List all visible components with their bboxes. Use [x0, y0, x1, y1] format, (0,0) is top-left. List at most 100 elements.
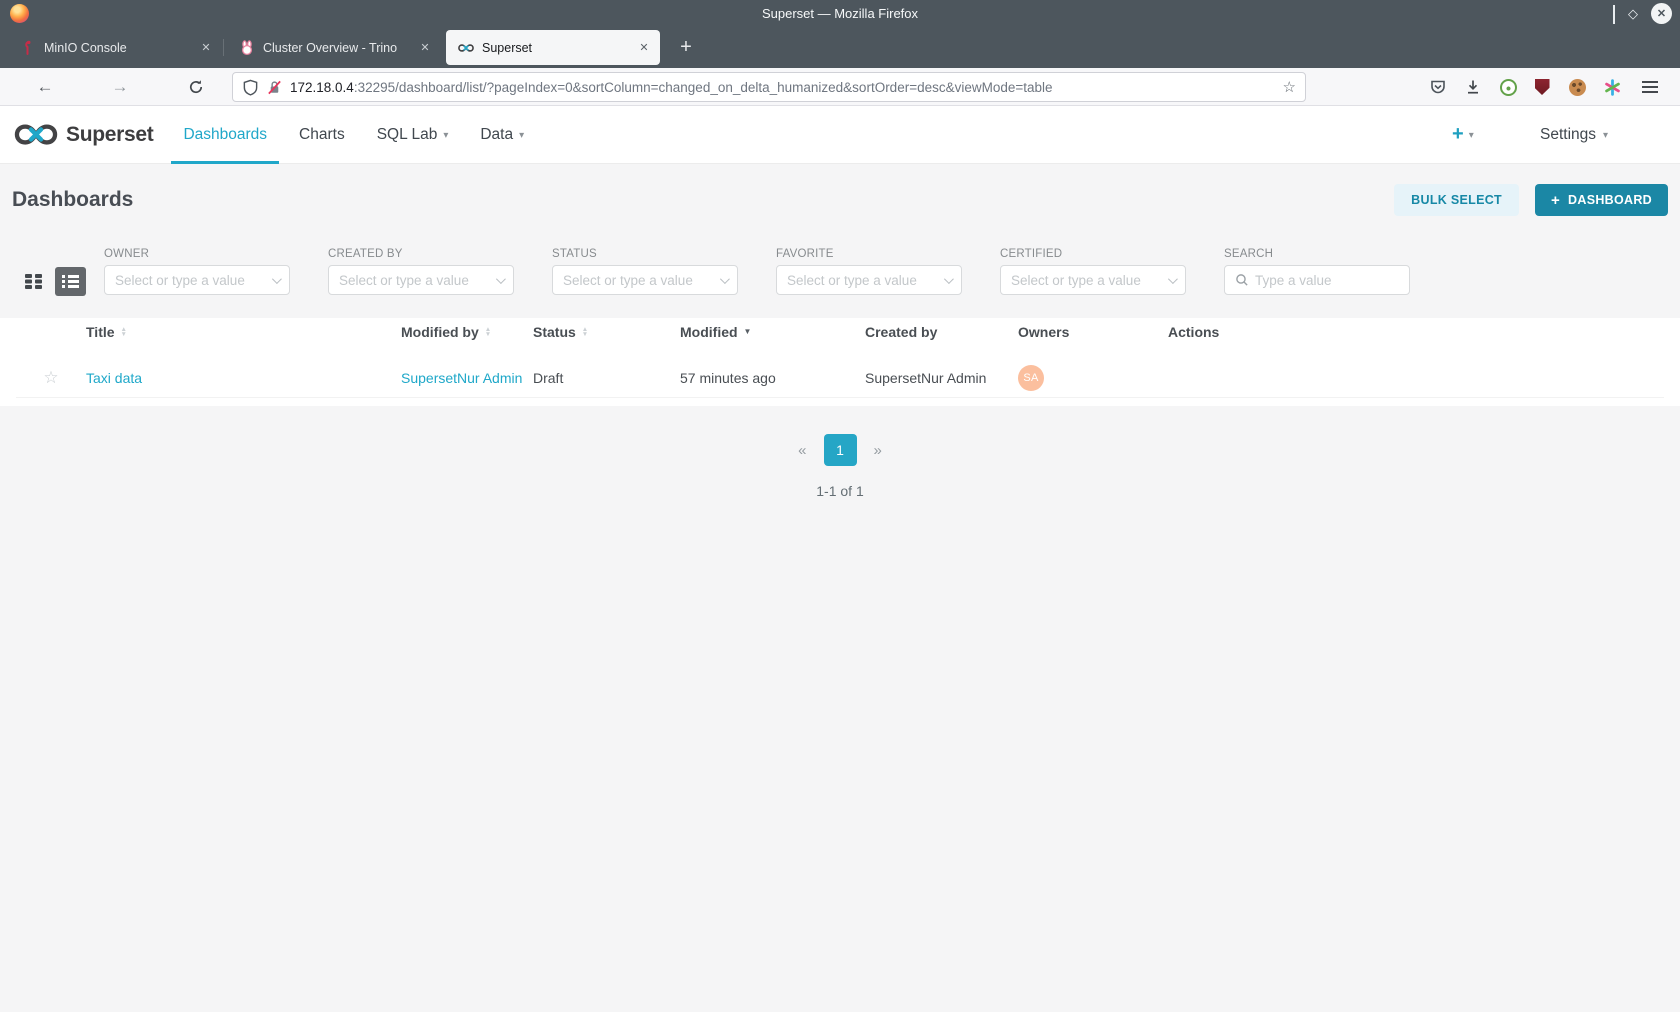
nav-item-dashboards[interactable]: Dashboards: [171, 106, 279, 163]
superset-navbar: Superset Dashboards Charts SQL Lab ▾ Dat…: [0, 106, 1680, 164]
pocket-extension-icon[interactable]: [1426, 75, 1450, 99]
list-view-toggle-button[interactable]: [55, 267, 86, 296]
status-select[interactable]: Select or type a value: [552, 265, 738, 295]
tab-superset[interactable]: Superset ✕: [446, 30, 660, 65]
dashboards-table: Title ▲▼ Modified by ▲▼ Status ▲▼ Modifi…: [0, 318, 1680, 406]
favorite-star-icon[interactable]: ☆: [43, 368, 58, 388]
nav-item-charts[interactable]: Charts: [287, 106, 357, 163]
owner-select[interactable]: Select or type a value: [104, 265, 290, 295]
chevron-down-icon: ▾: [519, 130, 524, 141]
column-header-owners: Owners: [1018, 324, 1168, 340]
url-input[interactable]: 172.18.0.4:32295/dashboard/list/?pageInd…: [290, 80, 1276, 95]
cookie-extension-icon[interactable]: [1565, 75, 1589, 99]
dashboard-title-link[interactable]: Taxi data: [86, 370, 142, 386]
filter-label: FAVORITE: [776, 248, 962, 260]
nav-item-label: SQL Lab: [377, 126, 438, 144]
favorite-select[interactable]: Select or type a value: [776, 265, 962, 295]
window-close-button[interactable]: ✕: [1651, 3, 1672, 24]
cell-modified-by: SupersetNur Admin: [401, 370, 533, 386]
owner-avatar[interactable]: SA: [1018, 365, 1044, 391]
search-input[interactable]: [1255, 273, 1399, 288]
tab-strip: MinIO Console ✕ Cluster Overview - Trino…: [0, 27, 1680, 68]
tab-trino-cluster-overview[interactable]: Cluster Overview - Trino ✕: [227, 30, 441, 65]
filter-label: CERTIFIED: [1000, 248, 1186, 260]
window-maximize-button[interactable]: ◇: [1628, 6, 1638, 22]
window-titlebar: Superset — Mozilla Firefox ◇ ✕: [0, 0, 1680, 27]
new-dashboard-button[interactable]: + DASHBOARD: [1535, 184, 1668, 216]
firefox-window: Superset — Mozilla Firefox ◇ ✕ MinIO Con…: [0, 0, 1680, 1012]
insecure-lock-icon[interactable]: [266, 79, 283, 96]
window-controls: ◇ ✕: [1613, 0, 1672, 27]
certified-select[interactable]: Select or type a value: [1000, 265, 1186, 295]
pagination: « 1 »: [0, 434, 1680, 466]
nav-item-data[interactable]: Data ▾: [468, 106, 536, 163]
reload-icon: [188, 79, 204, 95]
column-header-status[interactable]: Status ▲▼: [533, 324, 680, 340]
reload-button[interactable]: [181, 72, 211, 102]
cell-created-by: SupersetNur Admin: [865, 370, 1018, 386]
close-icon: ✕: [1657, 7, 1666, 20]
tab-label: Superset: [482, 41, 626, 55]
select-placeholder: Select or type a value: [563, 273, 714, 288]
tab-close-icon[interactable]: ✕: [196, 38, 216, 58]
trino-favicon-icon: [239, 40, 255, 56]
page-title: Dashboards: [12, 188, 133, 212]
plus-icon: +: [1551, 192, 1560, 209]
created-by-select[interactable]: Select or type a value: [328, 265, 514, 295]
ublock-shield-extension-icon[interactable]: [1530, 75, 1554, 99]
filter-label: STATUS: [552, 248, 738, 260]
filter-certified: CERTIFIED Select or type a value: [1000, 248, 1186, 295]
chevron-down-icon: [944, 274, 954, 284]
filter-created-by: CREATED BY Select or type a value: [328, 248, 514, 295]
previous-page-button[interactable]: «: [794, 442, 810, 459]
back-button[interactable]: ←: [30, 72, 60, 102]
nav-items: Dashboards Charts SQL Lab ▾ Data ▾: [171, 106, 544, 163]
filter-label: SEARCH: [1224, 248, 1410, 260]
greasemonkey-extension-icon[interactable]: [1496, 75, 1520, 99]
modified-by-link[interactable]: SupersetNur Admin: [401, 370, 522, 386]
select-placeholder: Select or type a value: [787, 273, 938, 288]
colorful-asterisk-extension-icon[interactable]: [1600, 75, 1624, 99]
column-header-modified[interactable]: Modified ▼: [680, 324, 865, 340]
tracking-protection-shield-icon[interactable]: [242, 79, 259, 96]
grid-view-icon: [25, 274, 42, 289]
nav-item-label: Charts: [299, 126, 345, 144]
downloads-button[interactable]: [1461, 75, 1485, 99]
url-bar[interactable]: 172.18.0.4:32295/dashboard/list/?pageInd…: [232, 72, 1306, 102]
nav-item-sql-lab[interactable]: SQL Lab ▾: [365, 106, 461, 163]
superset-brand[interactable]: Superset: [14, 123, 153, 147]
filter-bar: OWNER Select or type a value CREATED BY …: [0, 242, 1680, 318]
forward-button[interactable]: →: [105, 72, 135, 102]
window-minimize-button[interactable]: [1613, 5, 1615, 23]
plus-icon: +: [1452, 123, 1464, 146]
bulk-select-button[interactable]: BULK SELECT: [1394, 184, 1519, 216]
submenu-actions: BULK SELECT + DASHBOARD: [1394, 184, 1668, 216]
chevron-down-icon: ▾: [443, 130, 448, 141]
column-header-title[interactable]: Title ▲▼: [86, 324, 401, 340]
chevron-down-icon: [496, 274, 506, 284]
bookmark-star-icon[interactable]: ☆: [1283, 78, 1296, 96]
cell-title: Taxi data: [86, 370, 401, 386]
new-tab-button[interactable]: +: [673, 35, 699, 61]
tab-minio-console[interactable]: MinIO Console ✕: [8, 30, 222, 65]
tab-close-icon[interactable]: ✕: [634, 38, 654, 58]
search-box[interactable]: [1224, 265, 1410, 295]
tab-label: MinIO Console: [44, 41, 188, 55]
page-submenu: Dashboards BULK SELECT + DASHBOARD: [0, 164, 1680, 236]
filter-search: SEARCH: [1224, 248, 1410, 295]
nav-item-label: Dashboards: [183, 126, 267, 144]
superset-logo-icon: [14, 123, 58, 146]
cell-status: Draft: [533, 370, 680, 386]
card-view-toggle-button[interactable]: [18, 267, 48, 295]
sort-carets-icon: ▲▼: [582, 327, 588, 337]
hamburger-icon: [1642, 81, 1658, 83]
settings-menu-button[interactable]: Settings ▾: [1540, 126, 1608, 144]
column-header-modified-by[interactable]: Modified by ▲▼: [401, 324, 533, 340]
next-page-button[interactable]: »: [870, 442, 886, 459]
menu-button[interactable]: [1638, 75, 1662, 99]
tab-close-icon[interactable]: ✕: [415, 38, 435, 58]
cell-owners: SA: [1018, 365, 1168, 391]
new-item-menu-button[interactable]: + ▾: [1452, 123, 1474, 146]
chevron-down-icon: ▾: [1469, 130, 1474, 141]
page-1-button[interactable]: 1: [824, 434, 857, 466]
